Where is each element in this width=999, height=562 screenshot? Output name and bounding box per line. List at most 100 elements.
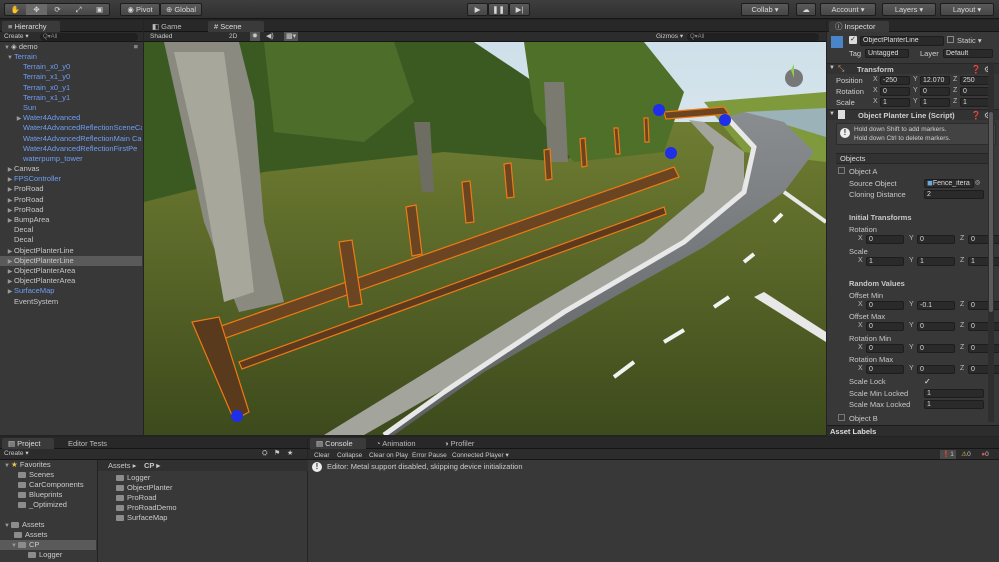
active-checkbox[interactable]: ✓	[849, 36, 857, 44]
cloning-distance-field[interactable]: 2	[924, 190, 984, 199]
hierarchy-item[interactable]: ▶ ObjectPlanterArea	[0, 276, 142, 286]
filter-by-label-icon[interactable]: ⚑	[274, 449, 280, 459]
object-picker-icon[interactable]: ◎	[975, 179, 980, 186]
ir-x-field[interactable]: 0	[866, 235, 904, 244]
hierarchy-item[interactable]: ▼Terrain	[0, 52, 142, 62]
global-toggle[interactable]: ⊕ Global	[160, 3, 202, 16]
hierarchy-item[interactable]: Terrain_x1_y1	[0, 93, 142, 103]
hierarchy-item[interactable]: ▶ ProRoad	[0, 205, 142, 215]
inspector-scrollbar[interactable]	[988, 62, 994, 422]
is-x-field[interactable]: 1	[866, 257, 904, 266]
static-checkbox[interactable]	[947, 36, 954, 43]
project-folder[interactable]: ObjectPlanter	[116, 483, 177, 493]
hierarchy-item[interactable]: ▶ Water4Advanced	[0, 113, 142, 123]
expand-arrow-icon[interactable]: ▶	[15, 114, 23, 123]
favorite-item[interactable]: Scenes	[0, 470, 96, 480]
favorite-item[interactable]: CarComponents	[0, 480, 96, 490]
project-folder[interactable]: SurfaceMap	[116, 513, 177, 523]
tab-animation[interactable]: ◔ Animation	[370, 438, 432, 449]
hierarchy-item[interactable]: ▶ BumpArea	[0, 215, 142, 225]
play-button[interactable]: ▶	[467, 3, 488, 16]
hierarchy-item[interactable]: Water4AdvancedReflectionMain Ca	[0, 134, 142, 144]
hierarchy-item[interactable]: Water4AdvancedReflectionFirstPe	[0, 144, 142, 154]
assets-row[interactable]: ▼ Assets	[0, 520, 96, 530]
project-tree-item[interactable]: ▼ CP	[0, 540, 96, 550]
project-folder[interactable]: ProRoad	[116, 493, 177, 503]
rmin-y-field[interactable]: 0	[917, 344, 955, 353]
transform-py-field[interactable]: 12.070	[920, 76, 950, 85]
project-tree-item[interactable]: Assets	[0, 530, 96, 540]
project-tree-item[interactable]: Logger	[0, 550, 96, 560]
asset-labels-bar[interactable]: Asset Labels	[827, 425, 999, 436]
project-create-button[interactable]: Create ▾	[4, 449, 29, 459]
scene-menu-icon[interactable]: ≡	[134, 42, 138, 52]
layer-dropdown[interactable]: Default	[943, 49, 993, 58]
breadcrumb-assets[interactable]: Assets ▸	[108, 461, 136, 470]
rmax-z-field[interactable]: 0	[968, 365, 999, 374]
source-object-field[interactable]: ◼Fence_itera	[924, 179, 974, 188]
layout-dropdown[interactable]: Layout ▾	[940, 3, 994, 16]
transform-ry-field[interactable]: 0	[920, 87, 950, 96]
clear-on-play-toggle[interactable]: Clear on Play	[369, 451, 408, 460]
hierarchy-item[interactable]: Terrain_x1_y0	[0, 72, 142, 82]
filter-by-type-icon[interactable]: ⛭	[262, 449, 268, 459]
hierarchy-item[interactable]: Water4AdvancedReflectionSceneCa	[0, 123, 142, 133]
hierarchy-item[interactable]: ▶ ProRoad	[0, 195, 142, 205]
pause-button[interactable]: ❚❚	[488, 3, 509, 16]
audio-toggle-icon[interactable]: ◀)	[266, 32, 274, 41]
hierarchy-create-button[interactable]: Create ▾	[4, 32, 29, 41]
collab-dropdown[interactable]: Collab ▾	[741, 3, 789, 16]
expand-arrow-icon[interactable]: ▶	[6, 216, 14, 225]
expand-arrow-icon[interactable]: ▶	[6, 257, 14, 266]
hand-tool-icon[interactable]: ✋	[5, 4, 26, 15]
hierarchy-item[interactable]: ▶ FPSController	[0, 174, 142, 184]
lighting-toggle-icon[interactable]: ✹	[250, 32, 260, 41]
tab-inspector[interactable]: ⓘ Inspector	[829, 21, 889, 32]
favorite-star-icon[interactable]: ★	[287, 449, 293, 459]
scene-root-row[interactable]: ▼◈ demo ≡	[0, 42, 142, 52]
hierarchy-item[interactable]: Decal	[0, 235, 142, 245]
omax-x-field[interactable]: 0	[866, 322, 904, 331]
hierarchy-item[interactable]: ▶ ProRoad	[0, 184, 142, 194]
marker-point[interactable]	[665, 147, 677, 159]
effects-toggle-icon[interactable]: ▩▾	[284, 32, 299, 41]
transform-px-field[interactable]: -250	[880, 76, 910, 85]
is-z-field[interactable]: 1	[968, 257, 999, 266]
cloud-button[interactable]: ☁	[796, 3, 816, 16]
transform-header[interactable]: ▼ ⤡ Transform ❓ ⚙	[827, 63, 999, 74]
connected-player-dropdown[interactable]: Connected Player ▾	[452, 451, 509, 460]
transform-pz-field[interactable]: 250	[960, 76, 990, 85]
tab-hierarchy[interactable]: ≡ Hierarchy	[2, 21, 60, 32]
hierarchy-item[interactable]: waterpump_tower	[0, 154, 142, 164]
tab-scene[interactable]: # Scene	[208, 21, 264, 32]
transform-rx-field[interactable]: 0	[880, 87, 910, 96]
omin-z-field[interactable]: 0	[968, 301, 999, 310]
collapse-toggle[interactable]: Collapse	[337, 451, 362, 460]
tab-editor-tests[interactable]: Editor Tests	[62, 438, 122, 449]
expand-arrow-icon[interactable]: ▶	[6, 196, 14, 205]
rect-tool-icon[interactable]: ▣	[89, 4, 110, 15]
scale-min-locked-field[interactable]: 1	[924, 389, 984, 398]
omax-z-field[interactable]: 0	[968, 322, 999, 331]
marker-point[interactable]	[719, 114, 731, 126]
object-b-foldout[interactable]	[838, 414, 845, 421]
ir-z-field[interactable]: 0	[968, 235, 999, 244]
foldout-arrow-icon[interactable]: ▼	[829, 111, 835, 117]
expand-arrow-icon[interactable]: ▶	[6, 277, 14, 286]
gizmos-dropdown[interactable]: Gizmos ▾	[656, 32, 683, 41]
expand-arrow-icon[interactable]: ▶	[6, 206, 14, 215]
transform-sz-field[interactable]: 1	[960, 98, 990, 107]
help-icon[interactable]: ❓	[971, 111, 981, 120]
rmax-x-field[interactable]: 0	[866, 365, 904, 374]
script-header[interactable]: ▼ Object Planter Line (Script) ❓ ⚙	[827, 109, 999, 120]
warning-count-toggle[interactable]: ⚠0	[958, 450, 974, 459]
transform-sy-field[interactable]: 1	[920, 98, 950, 107]
help-icon[interactable]: ❓	[971, 65, 981, 74]
foldout-arrow-icon[interactable]: ▼	[829, 65, 835, 71]
scale-max-locked-field[interactable]: 1	[924, 400, 984, 409]
info-count-toggle[interactable]: ❗1	[940, 450, 956, 459]
tab-project[interactable]: ▤ Project	[2, 438, 54, 449]
omin-y-field[interactable]: -0.1	[917, 301, 955, 310]
scene-search-input[interactable]: Q▾All	[687, 33, 819, 41]
error-pause-toggle[interactable]: Error Pause	[412, 451, 447, 460]
